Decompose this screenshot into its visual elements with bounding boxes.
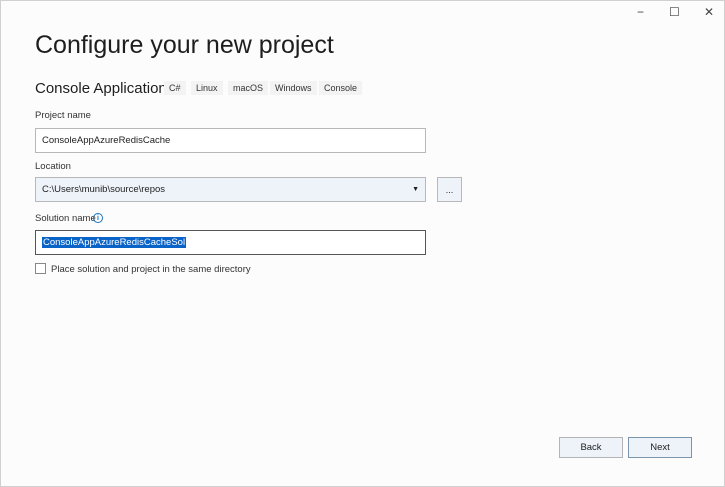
maximize-button[interactable]: ☐	[669, 5, 680, 19]
tag-linux: Linux	[191, 81, 223, 95]
close-button[interactable]: ✕	[704, 5, 714, 19]
project-name-input[interactable]: ConsoleAppAzureRedisCache	[35, 128, 426, 153]
tag-windows: Windows	[270, 81, 317, 95]
solution-name-input[interactable]: ConsoleAppAzureRedisCacheSol	[35, 230, 426, 255]
solution-name-value: ConsoleAppAzureRedisCacheSol	[42, 237, 187, 248]
solution-name-label: Solution name	[35, 213, 96, 224]
dropdown-arrow-icon: ▼	[412, 186, 419, 193]
back-button[interactable]: Back	[559, 437, 623, 458]
location-value: C:\Users\munib\source\repos	[42, 184, 166, 195]
page-title: Configure your new project	[35, 31, 334, 59]
minimize-button[interactable]: −	[637, 5, 644, 19]
tag-csharp: C#	[164, 81, 186, 95]
tag-console: Console	[319, 81, 363, 95]
project-name-value: ConsoleAppAzureRedisCache	[42, 135, 171, 146]
same-directory-label: Place solution and project in the same d…	[51, 264, 251, 275]
next-button[interactable]: Next	[628, 437, 692, 458]
project-name-label: Project name	[35, 110, 91, 121]
info-icon[interactable]: i	[93, 213, 103, 223]
location-dropdown[interactable]: C:\Users\munib\source\repos ▼	[35, 177, 426, 202]
tag-macos: macOS	[228, 81, 269, 95]
template-name: Console Application	[35, 80, 167, 97]
browse-button[interactable]: ...	[437, 177, 462, 202]
location-label: Location	[35, 161, 71, 172]
same-directory-checkbox[interactable]	[35, 263, 46, 274]
